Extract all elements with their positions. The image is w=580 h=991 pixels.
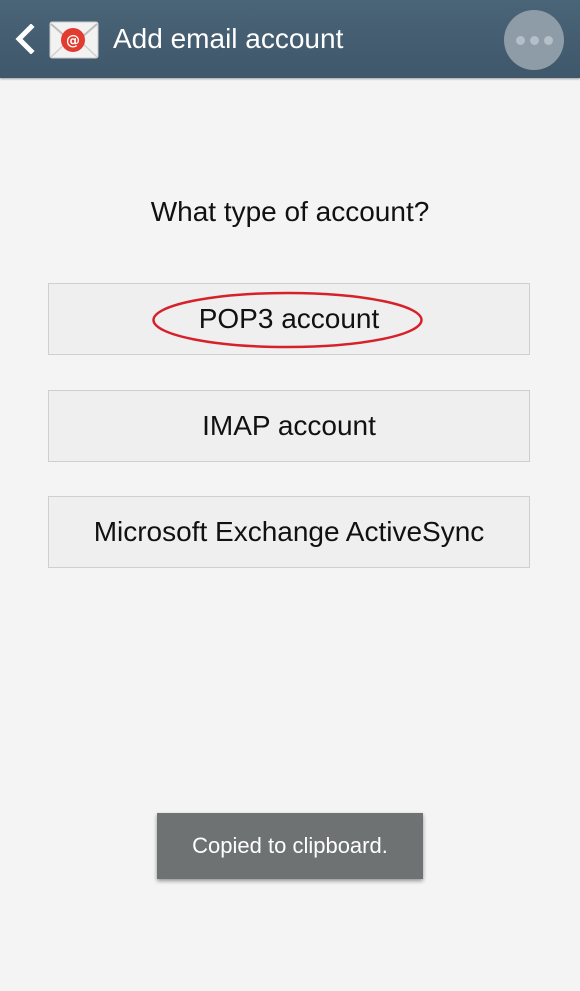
- more-options-button[interactable]: [504, 10, 564, 70]
- more-options-icon: [515, 35, 525, 45]
- page-title: Add email account: [113, 23, 344, 54]
- account-type-question: What type of account?: [150, 196, 430, 227]
- exchange-activesync-button[interactable]: Microsoft Exchange ActiveSync: [48, 496, 530, 568]
- action-bar: @ Add email account: [0, 0, 580, 78]
- imap-account-button[interactable]: IMAP account: [48, 390, 530, 462]
- svg-text:@: @: [66, 33, 80, 49]
- back-button[interactable]: [8, 20, 42, 58]
- email-app-icon[interactable]: @: [49, 20, 99, 60]
- toast-message: Copied to clipboard.: [157, 813, 423, 879]
- chevron-left-icon: [15, 24, 35, 54]
- pop3-account-button[interactable]: POP3 account: [48, 283, 530, 355]
